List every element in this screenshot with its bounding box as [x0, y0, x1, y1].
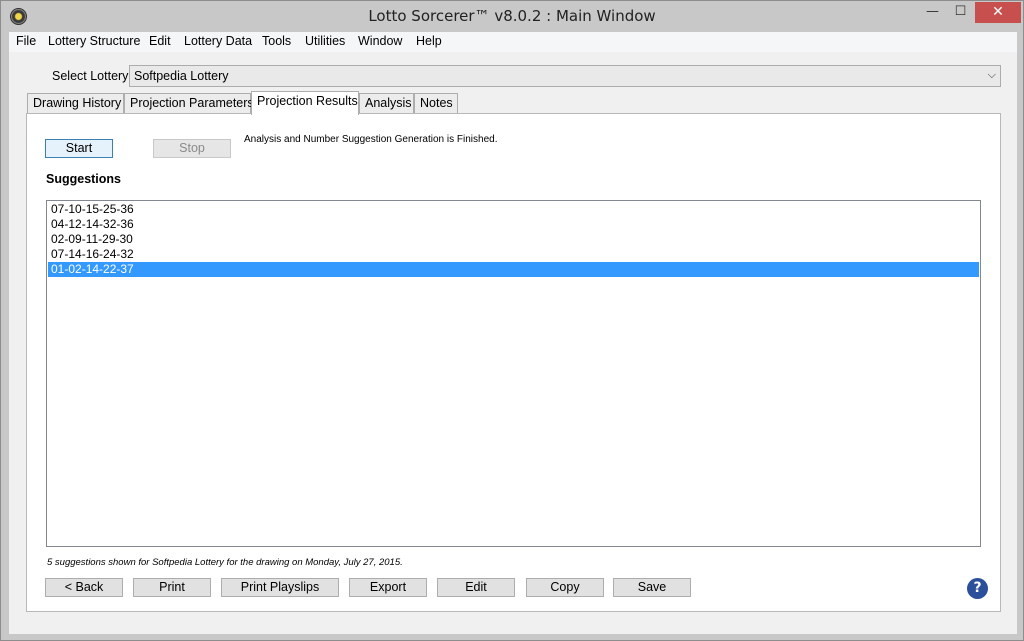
close-button[interactable]: ✕ — [975, 2, 1021, 23]
suggestions-summary: 5 suggestions shown for Softpedia Lotter… — [47, 557, 403, 568]
generation-status: Analysis and Number Suggestion Generatio… — [244, 134, 498, 145]
start-button[interactable]: Start — [45, 139, 113, 158]
client-area: File Lottery Structure Edit Lottery Data… — [9, 32, 1017, 634]
tab-projection-parameters[interactable]: Projection Parameters — [124, 93, 254, 114]
list-item[interactable]: 04-12-14-32-36 — [48, 217, 979, 232]
list-item[interactable]: 07-14-16-24-32 — [48, 247, 979, 262]
list-item-selected[interactable]: 01-02-14-22-37 — [48, 262, 979, 277]
tab-notes[interactable]: Notes — [414, 93, 458, 114]
tab-projection-results[interactable]: Projection Results — [251, 91, 359, 115]
help-icon[interactable]: ? — [967, 578, 988, 599]
menu-window[interactable]: Window — [358, 34, 402, 48]
chevron-down-icon[interactable]: ⌵ — [988, 68, 996, 82]
menu-edit[interactable]: Edit — [149, 34, 171, 48]
print-playslips-button[interactable]: Print Playslips — [221, 578, 339, 597]
window-title: Lotto Sorcerer™ v8.0.2 : Main Window — [368, 7, 656, 25]
menu-lottery-data[interactable]: Lottery Data — [184, 34, 252, 48]
title-bar[interactable]: Lotto Sorcerer™ v8.0.2 : Main Window — ☐… — [1, 1, 1023, 32]
menu-bar: File Lottery Structure Edit Lottery Data… — [9, 32, 1017, 52]
list-item[interactable]: 02-09-11-29-30 — [48, 232, 979, 247]
print-button[interactable]: Print — [133, 578, 211, 597]
tab-drawing-history[interactable]: Drawing History — [27, 93, 124, 114]
menu-tools[interactable]: Tools — [262, 34, 291, 48]
back-button[interactable]: < Back — [45, 578, 123, 597]
menu-lottery-structure[interactable]: Lottery Structure — [48, 34, 140, 48]
suggestions-heading: Suggestions — [46, 172, 122, 186]
copy-button[interactable]: Copy — [526, 578, 604, 597]
tab-analysis[interactable]: Analysis — [359, 93, 414, 114]
save-button[interactable]: Save — [613, 578, 691, 597]
list-item[interactable]: 07-10-15-25-36 — [48, 202, 979, 217]
stop-button[interactable]: Stop — [153, 139, 231, 158]
menu-help[interactable]: Help — [416, 34, 442, 48]
maximize-button[interactable]: ☐ — [947, 2, 974, 23]
menu-file[interactable]: File — [16, 34, 36, 48]
main-window: Lotto Sorcerer™ v8.0.2 : Main Window — ☐… — [0, 0, 1024, 641]
edit-button[interactable]: Edit — [437, 578, 515, 597]
lottery-dropdown[interactable]: Softpedia Lottery ⌵ — [129, 65, 1001, 87]
export-button[interactable]: Export — [349, 578, 427, 597]
status-bar — [9, 616, 1017, 634]
suggestions-list[interactable]: 07-10-15-25-36 04-12-14-32-36 02-09-11-2… — [46, 200, 981, 547]
lottery-dropdown-value: Softpedia Lottery — [134, 69, 229, 83]
tab-strip: Drawing History Projection Parameters Pr… — [27, 91, 927, 115]
projection-results-panel: Start Stop Analysis and Number Suggestio… — [26, 113, 1001, 612]
select-lottery-label: Select Lottery: — [52, 69, 132, 83]
minimize-button[interactable]: — — [919, 2, 946, 23]
menu-utilities[interactable]: Utilities — [305, 34, 345, 48]
